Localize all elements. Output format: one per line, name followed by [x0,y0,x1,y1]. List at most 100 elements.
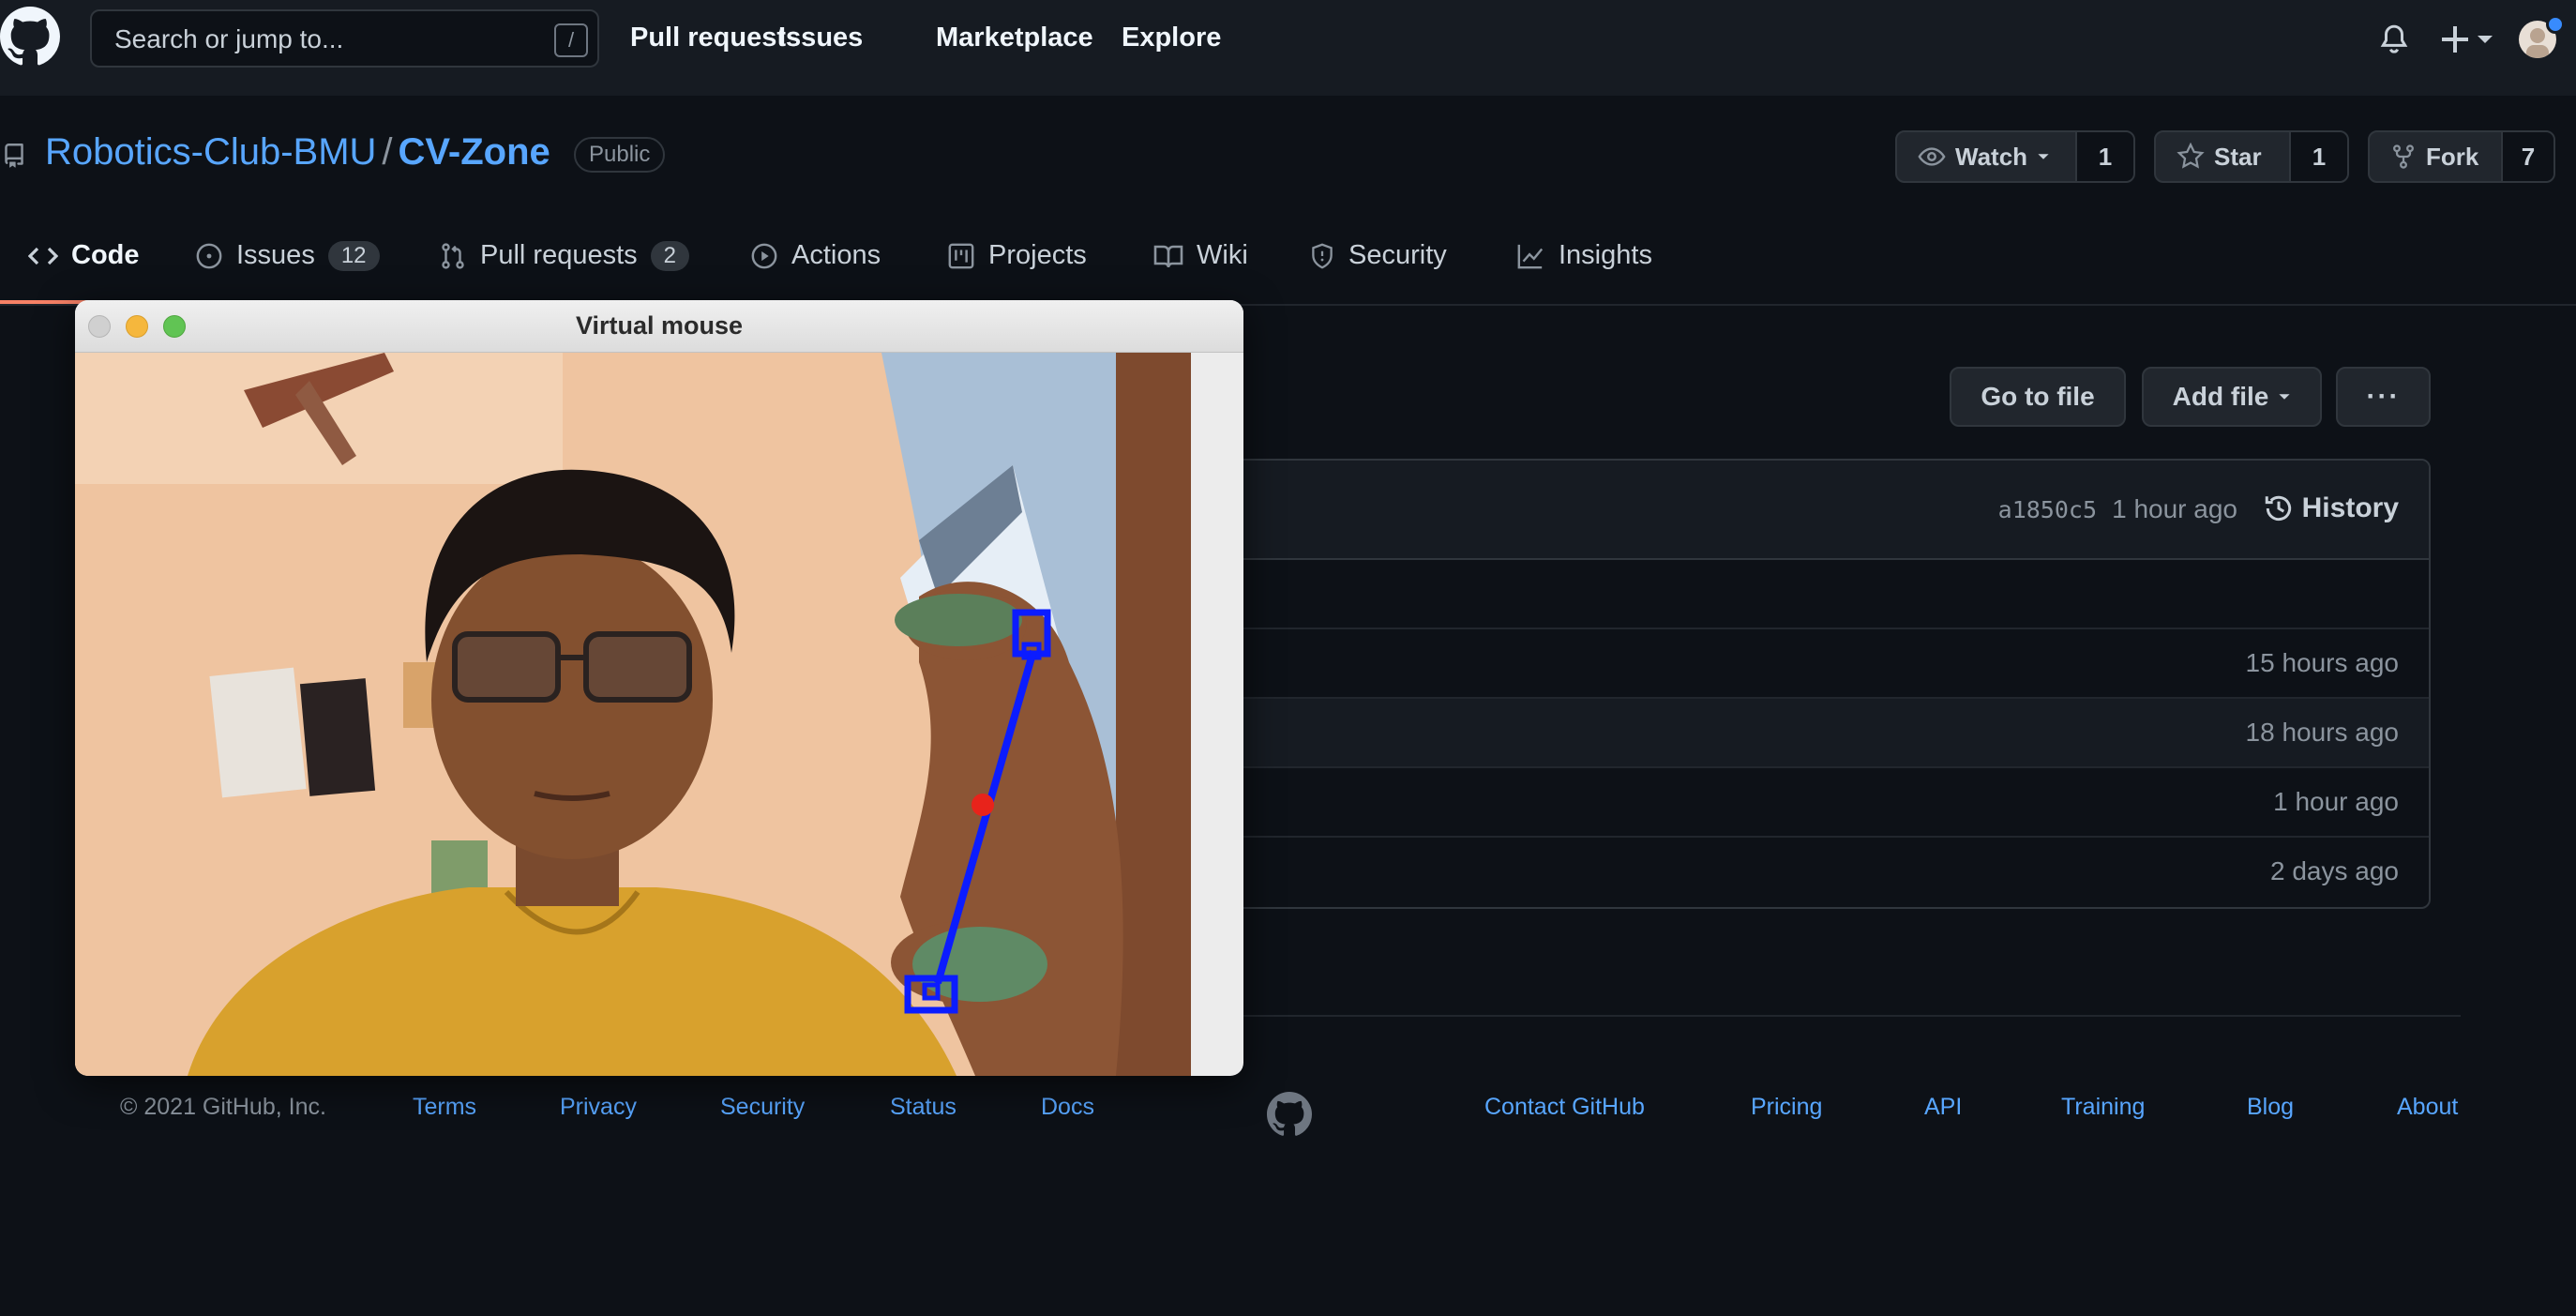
pull-request-icon [442,242,464,269]
shield-icon [1312,243,1333,269]
tab-actions[interactable]: Actions [750,240,881,271]
file-row[interactable]: 2 days ago [1212,838,2429,907]
virtual-mouse-window[interactable]: Virtual mouse [75,300,1243,1076]
github-logo-icon[interactable] [1267,1092,1312,1137]
file-row-age: 15 hours ago [2245,648,2399,677]
tab-pull-requests[interactable]: Pull requests 2 [439,240,690,271]
tab-security-label: Security [1348,240,1447,270]
file-row-age: 18 hours ago [2245,718,2399,747]
tab-pull-requests-count: 2 [650,240,690,271]
tab-code[interactable]: Code [28,240,140,271]
file-row-age: 1 hour ago [2273,787,2399,816]
commit-sha-link[interactable]: a1850c5 [1998,496,2097,523]
watch-label: Watch [1955,142,2028,171]
more-options-button[interactable]: ··· [2336,367,2431,427]
watch-button-group: Watch 1 [1895,130,2135,183]
star-button[interactable]: Star [2156,132,2291,181]
footer-copyright: © 2021 GitHub, Inc. [120,1094,326,1120]
tab-projects[interactable]: Projects [947,240,1087,271]
repo-name-link[interactable]: CV-Zone [399,131,550,173]
tracking-midpoint [972,794,994,816]
repo-icon [5,144,23,168]
file-row-age: 2 days ago [2270,856,2399,885]
search-input[interactable]: Search or jump to... / [90,9,599,68]
tab-insights[interactable]: Insights [1515,240,1652,271]
fork-icon [2393,144,2414,169]
footer-link-terms[interactable]: Terms [413,1094,476,1121]
chevron-down-icon [2038,154,2049,159]
window-title: Virtual mouse [575,311,744,340]
tab-security[interactable]: Security [1309,240,1447,271]
tab-wiki-label: Wiki [1197,240,1248,270]
star-label: Star [2214,142,2262,171]
file-row[interactable]: 15 hours ago [1212,629,2429,699]
watch-count[interactable]: 1 [2077,132,2133,181]
star-button-group: Star 1 [2154,130,2349,183]
tab-actions-label: Actions [791,240,881,270]
github-logo-icon[interactable] [0,7,60,67]
watch-button[interactable]: Watch [1897,132,2077,181]
star-count[interactable]: 1 [2291,132,2347,181]
bell-icon[interactable] [2378,23,2410,56]
go-to-file-button[interactable]: Go to file [1950,367,2126,427]
nav-marketplace[interactable]: Marketplace [936,23,1093,53]
star-icon [2177,143,2205,169]
book-icon [1153,245,1183,267]
file-row[interactable]: 18 hours ago [1212,699,2429,768]
footer-link-contact-github[interactable]: Contact GitHub [1484,1094,1645,1121]
nav-issues[interactable]: Issues [778,23,863,53]
graph-icon [1517,244,1544,268]
file-row[interactable] [1212,560,2429,629]
fork-count[interactable]: 7 [2503,132,2553,181]
footer-link-api[interactable]: API [1924,1094,1962,1121]
footer-link-pricing[interactable]: Pricing [1751,1094,1822,1121]
chevron-down-icon [2279,394,2290,400]
footer-link-docs[interactable]: Docs [1041,1094,1094,1121]
commit-time: 1 hour ago [2112,494,2237,523]
tab-issues-label: Issues [236,240,315,270]
add-file-button[interactable]: Add file [2142,367,2322,427]
code-icon [28,247,58,265]
footer-link-security[interactable]: Security [720,1094,805,1121]
file-row[interactable]: 1 hour ago [1212,768,2429,838]
plus-dropdown-icon[interactable] [2442,24,2494,54]
search-placeholder: Search or jump to... [114,24,344,53]
issue-opened-icon [196,243,222,268]
history-icon [2265,495,2291,522]
fork-button[interactable]: Fork [2370,132,2503,181]
fork-label: Fork [2426,142,2479,171]
visibility-badge: Public [574,137,666,173]
window-titlebar[interactable]: Virtual mouse [75,300,1243,353]
footer-link-training[interactable]: Training [2061,1094,2145,1121]
global-header: Search or jump to... / Pull requests Iss… [0,0,2576,96]
add-file-label: Add file [2172,382,2269,411]
footer-link-status[interactable]: Status [890,1094,957,1121]
play-icon [751,243,777,268]
tab-issues[interactable]: Issues 12 [195,240,380,271]
footer-link-about[interactable]: About [2397,1094,2458,1121]
webcam-image [75,353,1191,1076]
search-shortcut-key: / [554,23,588,57]
tab-insights-label: Insights [1559,240,1652,270]
latest-commit-bar: a1850c5 1 hour ago History [1212,461,2429,560]
nav-explore[interactable]: Explore [1122,23,1221,53]
nav-pull-requests[interactable]: Pull requests [630,23,801,53]
footer-link-blog[interactable]: Blog [2247,1094,2294,1121]
repo-owner-link[interactable]: Robotics-Club-BMU [45,131,376,173]
footer-link-privacy[interactable]: Privacy [560,1094,637,1121]
tab-issues-count: 12 [327,240,380,271]
repo-separator: / [382,131,393,173]
notification-dot [2546,15,2565,34]
fork-button-group: Fork 7 [2368,130,2555,183]
tab-code-label: Code [71,240,140,270]
eye-icon [1918,147,1946,166]
history-label: History [2301,492,2399,523]
file-list: a1850c5 1 hour ago History 15 hours ago … [1210,459,2431,909]
repo-title: Robotics-Club-BMU / CV-Zone [45,131,550,174]
webcam-frame [75,353,1191,1076]
tab-wiki[interactable]: Wiki [1153,240,1248,271]
tab-projects-label: Projects [988,240,1087,270]
project-icon [948,243,974,268]
history-link[interactable]: History [2263,492,2399,524]
tab-pull-requests-label: Pull requests [480,240,638,270]
